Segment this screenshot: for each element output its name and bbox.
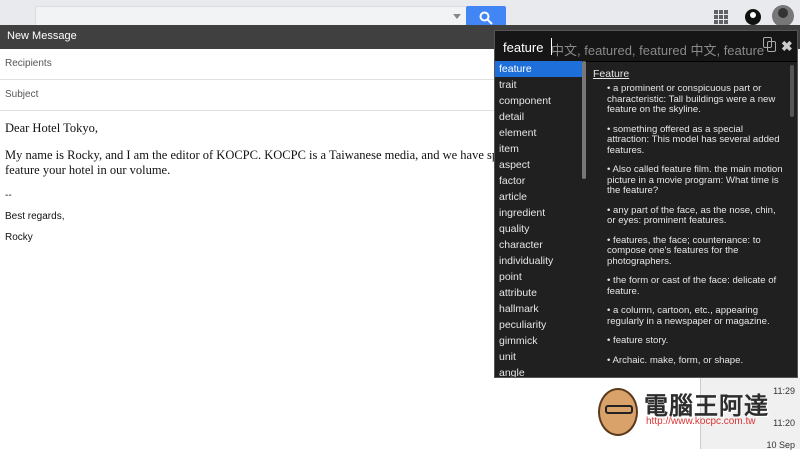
copy-icon[interactable]: [763, 37, 776, 52]
definition-item: • any part of the face, as the nose, chi…: [607, 204, 776, 226]
subject-placeholder: Subject: [5, 89, 39, 100]
signature-separator: --: [5, 190, 12, 201]
synonym-item[interactable]: factor: [495, 173, 582, 189]
synonym-item[interactable]: quality: [495, 221, 582, 237]
definition-list: • a prominent or conspicuous part or cha…: [593, 83, 783, 366]
search-options-caret-icon[interactable]: [453, 14, 461, 19]
synonym-item[interactable]: attribute: [495, 285, 582, 301]
definition-item: • something offered as a special attract…: [607, 123, 780, 156]
body-greeting: Dear Hotel Tokyo,: [5, 121, 98, 135]
synonym-item[interactable]: individuality: [495, 253, 582, 269]
synonym-item[interactable]: feature: [495, 61, 582, 77]
synonym-item[interactable]: gimmick: [495, 333, 582, 349]
dictionary-search-bar[interactable]: feature 中文, featured, featured 中文, featu…: [495, 31, 797, 62]
subject-field[interactable]: Subject: [0, 80, 500, 111]
recipients-placeholder: Recipients: [5, 58, 52, 69]
mascot-face-icon: [598, 388, 638, 436]
synonym-item[interactable]: trait: [495, 77, 582, 93]
watermark-url: http://www.kocpc.com.tw: [646, 416, 756, 427]
synonym-item[interactable]: hallmark: [495, 301, 582, 317]
synonym-item[interactable]: peculiarity: [495, 317, 582, 333]
synonym-item[interactable]: unit: [495, 349, 582, 365]
synonym-list: feature trait component detail element item as…: [495, 61, 582, 377]
avatar[interactable]: [772, 5, 794, 27]
body-line-2: feature your hotel in our volume.: [5, 163, 171, 177]
synonym-item[interactable]: character: [495, 237, 582, 253]
definition-panel: Feature • a prominent or conspicuous par…: [593, 68, 783, 374]
account-icon[interactable]: [745, 9, 761, 25]
synonym-item[interactable]: ingredient: [495, 205, 582, 221]
definition-item: • Also called feature film. the main mot…: [607, 164, 783, 196]
synonym-item[interactable]: point: [495, 269, 582, 285]
close-icon[interactable]: ✖: [781, 38, 793, 55]
synonym-item[interactable]: aspect: [495, 157, 582, 173]
definition-item: • feature story.: [607, 335, 669, 346]
synonym-scrollbar[interactable]: [582, 61, 586, 179]
dictionary-query-input[interactable]: feature: [503, 40, 543, 55]
watermark: 電腦王阿達 http://www.kocpc.com.tw: [598, 384, 798, 446]
definition-scrollbar[interactable]: [790, 65, 794, 117]
definition-item: • a prominent or conspicuous part or cha…: [607, 83, 776, 115]
synonym-item[interactable]: item: [495, 141, 582, 157]
dictionary-suggestions[interactable]: 中文, featured, featured 中文, feature: [551, 40, 769, 59]
closing-line: Best regards,: [5, 211, 65, 222]
definition-title[interactable]: Feature: [593, 68, 783, 80]
definition-item: • Archaic. make, form, or shape.: [607, 354, 744, 366]
synonym-item[interactable]: article: [495, 189, 582, 205]
synonym-item[interactable]: component: [495, 93, 582, 109]
search-icon: [479, 11, 493, 25]
sender-name: Rocky: [5, 232, 33, 243]
body-line-1: My name is Rocky, and I am the editor of…: [5, 148, 522, 162]
message-body[interactable]: Dear Hotel Tokyo, My name is Rocky, and …: [5, 121, 565, 245]
synonym-item[interactable]: element: [495, 125, 582, 141]
recipients-field[interactable]: Recipients: [0, 49, 500, 80]
synonym-item[interactable]: angle: [495, 365, 582, 377]
definition-item: • the form or cast of the face: delicate…: [607, 275, 777, 297]
synonym-item[interactable]: detail: [495, 109, 582, 125]
definition-item: • a column, cartoon, etc., appearing reg…: [607, 305, 770, 327]
definition-item: • features, the face; countenance: to co…: [607, 234, 761, 267]
apps-grid-icon[interactable]: [714, 10, 728, 24]
dictionary-popup: feature 中文, featured, featured 中文, featu…: [494, 30, 798, 378]
compose-title: New Message: [7, 30, 77, 42]
